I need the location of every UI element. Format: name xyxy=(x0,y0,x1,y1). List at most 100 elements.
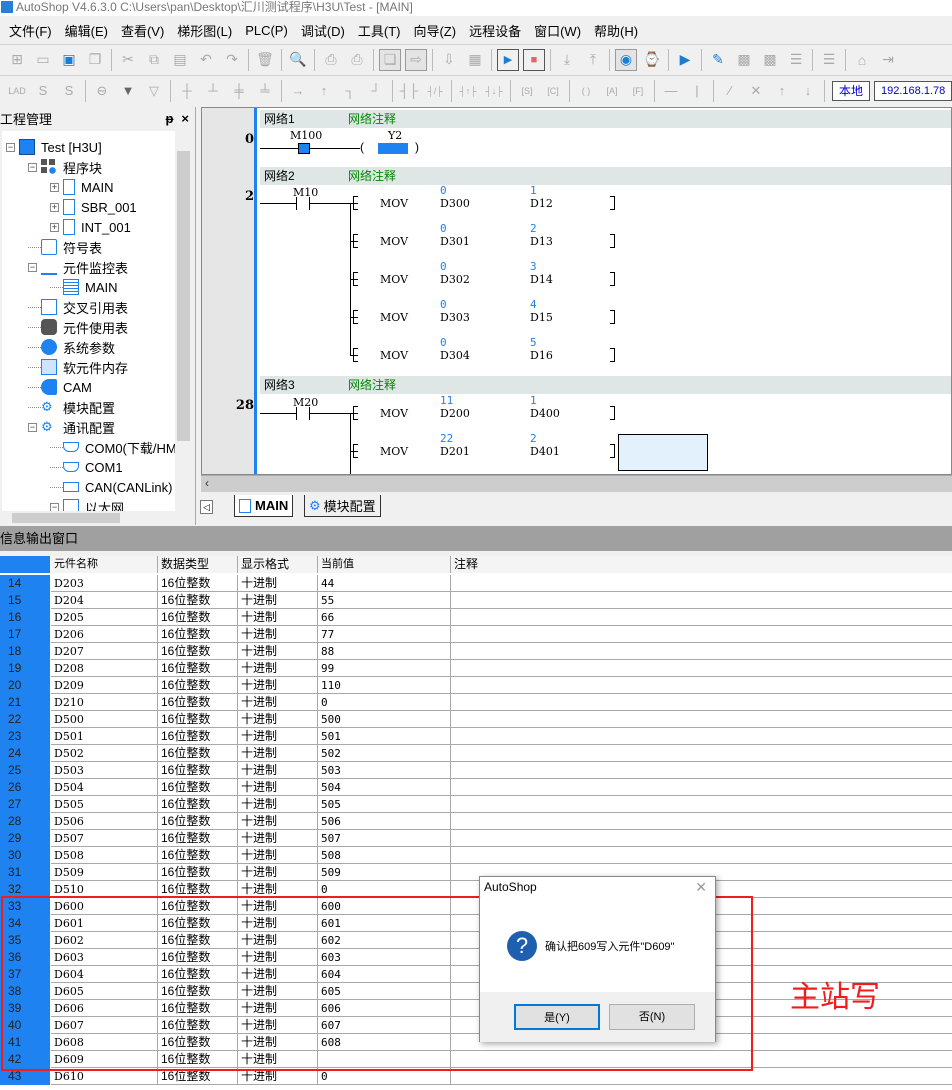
current-value-cell[interactable]: 601 xyxy=(318,915,451,932)
data-type-cell[interactable]: 16位整数 xyxy=(158,847,238,864)
del-hline-icon[interactable]: ⁄ xyxy=(719,80,741,102)
comment-cell[interactable] xyxy=(451,643,952,660)
current-value-cell[interactable]: 110 xyxy=(318,677,451,694)
lad-icon[interactable]: LAD xyxy=(6,80,28,102)
table-row[interactable]: 25 D503 16位整数 十进制 503 xyxy=(0,762,952,779)
tree-item[interactable]: + SBR_001 xyxy=(50,197,137,217)
tree-item[interactable]: COM0(下载/HM xyxy=(50,437,175,457)
data-type-cell[interactable]: 16位整数 xyxy=(158,660,238,677)
new-icon[interactable]: ⊞ xyxy=(6,49,28,71)
data-type-cell[interactable]: 16位整数 xyxy=(158,796,238,813)
table-row[interactable]: 19 D208 16位整数 十进制 99 xyxy=(0,660,952,677)
comment-cell[interactable] xyxy=(451,609,952,626)
menu-item[interactable]: 梯形图(L) xyxy=(177,21,232,40)
data-type-cell[interactable]: 16位整数 xyxy=(158,932,238,949)
table-row[interactable]: 15 D204 16位整数 十进制 55 xyxy=(0,592,952,609)
tree-item[interactable]: 符号表 xyxy=(28,237,102,257)
tree-horizontal-scrollbar[interactable] xyxy=(2,511,175,525)
table-row[interactable]: 29 D507 16位整数 十进制 507 xyxy=(0,830,952,847)
display-format-cell[interactable]: 十进制 xyxy=(238,932,318,949)
func-icon[interactable]: [F] xyxy=(627,80,649,102)
close-icon[interactable]: ✕ xyxy=(695,879,707,896)
element-name-cell[interactable]: D608 xyxy=(51,1034,158,1051)
comment-cell[interactable] xyxy=(451,830,952,847)
nc-contact-icon[interactable]: ┤/├ xyxy=(424,80,446,102)
element-name-cell[interactable]: D505 xyxy=(51,796,158,813)
element-name-cell[interactable]: D502 xyxy=(51,745,158,762)
current-value-cell[interactable]: 607 xyxy=(318,1017,451,1034)
falling-icon[interactable]: ┤↓├ xyxy=(483,80,505,102)
table-row[interactable]: 24 D502 16位整数 十进制 502 xyxy=(0,745,952,762)
element-name-cell[interactable]: D510 xyxy=(51,881,158,898)
element-name-cell[interactable]: D501 xyxy=(51,728,158,745)
display-format-cell[interactable]: 十进制 xyxy=(238,881,318,898)
search-icon[interactable]: 🔍 xyxy=(287,49,309,71)
tree-item[interactable]: + MAIN xyxy=(50,177,114,197)
element-name-cell[interactable]: D205 xyxy=(51,609,158,626)
editor-horizontal-scrollbar[interactable]: ‹ xyxy=(201,475,952,492)
coil-y2-highlight[interactable] xyxy=(378,143,408,154)
display-format-cell[interactable]: 十进制 xyxy=(238,1051,318,1068)
display-format-cell[interactable]: 十进制 xyxy=(238,694,318,711)
data-type-cell[interactable]: 16位整数 xyxy=(158,609,238,626)
download-icon[interactable]: ⤓ xyxy=(556,49,578,71)
data-type-cell[interactable]: 16位整数 xyxy=(158,983,238,1000)
data-type-cell[interactable]: 16位整数 xyxy=(158,694,238,711)
menu-item[interactable]: 帮助(H) xyxy=(594,21,638,40)
pin-icon[interactable]: ᵽ xyxy=(165,111,173,126)
scroll-thumb[interactable] xyxy=(177,151,190,441)
current-value-cell[interactable]: 508 xyxy=(318,847,451,864)
column-header[interactable]: 数据类型 xyxy=(158,556,238,573)
yes-button[interactable]: 是(Y) xyxy=(514,1004,600,1030)
module-delete-icon[interactable]: ▩ xyxy=(759,49,781,71)
s-icon[interactable]: S xyxy=(58,80,80,102)
comment-cell[interactable] xyxy=(451,677,952,694)
data-type-cell[interactable]: 16位整数 xyxy=(158,575,238,592)
table-row[interactable]: 21 D210 16位整数 十进制 0 xyxy=(0,694,952,711)
tab-scroll-left-icon[interactable]: ◁ xyxy=(200,500,213,514)
element-name-cell[interactable]: D607 xyxy=(51,1017,158,1034)
data-type-cell[interactable]: 16位整数 xyxy=(158,1034,238,1051)
h-line-icon[interactable]: ⊖ xyxy=(91,80,113,102)
table-row[interactable]: 23 D501 16位整数 十进制 501 xyxy=(0,728,952,745)
network-comment[interactable]: 网络注释 xyxy=(348,167,396,185)
data-type-cell[interactable]: 16位整数 xyxy=(158,830,238,847)
copy-icon[interactable]: ⧉ xyxy=(143,49,165,71)
display-format-cell[interactable]: 十进制 xyxy=(238,575,318,592)
save-icon[interactable]: ▣ xyxy=(58,49,80,71)
column-header[interactable]: 当前值 xyxy=(318,556,451,573)
current-value-cell[interactable]: 502 xyxy=(318,745,451,762)
data-type-cell[interactable]: 16位整数 xyxy=(158,1051,238,1068)
comment-cell[interactable] xyxy=(451,847,952,864)
current-value-cell[interactable]: 77 xyxy=(318,626,451,643)
table-row[interactable]: 27 D505 16位整数 十进制 505 xyxy=(0,796,952,813)
data-type-cell[interactable]: 16位整数 xyxy=(158,949,238,966)
element-name-cell[interactable]: D508 xyxy=(51,847,158,864)
data-type-cell[interactable]: 16位整数 xyxy=(158,966,238,983)
data-type-cell[interactable]: 16位整数 xyxy=(158,1068,238,1085)
tree-item[interactable]: − 以太网 xyxy=(50,497,124,511)
current-value-cell[interactable]: 0 xyxy=(318,881,451,898)
current-value-cell[interactable]: 0 xyxy=(318,694,451,711)
stop-icon[interactable]: ■ xyxy=(523,48,545,71)
network-comment[interactable]: 网络注释 xyxy=(348,110,396,128)
data-type-cell[interactable]: 16位整数 xyxy=(158,728,238,745)
set-icon[interactable]: [S] xyxy=(516,80,538,102)
element-name-cell[interactable]: D204 xyxy=(51,592,158,609)
comment-cell[interactable] xyxy=(451,626,952,643)
element-name-cell[interactable]: D601 xyxy=(51,915,158,932)
close-icon[interactable]: × xyxy=(181,111,189,126)
menu-item[interactable]: 远程设备 xyxy=(469,21,521,40)
redo-icon[interactable]: ↷ xyxy=(221,49,243,71)
current-value-cell[interactable]: 606 xyxy=(318,1000,451,1017)
delete-row-icon[interactable]: ☰ xyxy=(818,49,840,71)
arrow-up-icon[interactable]: ↑ xyxy=(313,80,335,102)
menu-item[interactable]: 窗口(W) xyxy=(534,21,581,40)
undo-icon[interactable]: ↶ xyxy=(195,49,217,71)
table-row[interactable]: 18 D207 16位整数 十进制 88 xyxy=(0,643,952,660)
tree-expander-icon[interactable]: − xyxy=(28,162,37,172)
display-format-cell[interactable]: 十进制 xyxy=(238,711,318,728)
display-format-cell[interactable]: 十进制 xyxy=(238,983,318,1000)
current-value-cell[interactable]: 605 xyxy=(318,983,451,1000)
tree-item[interactable]: + INT_001 xyxy=(50,217,131,237)
